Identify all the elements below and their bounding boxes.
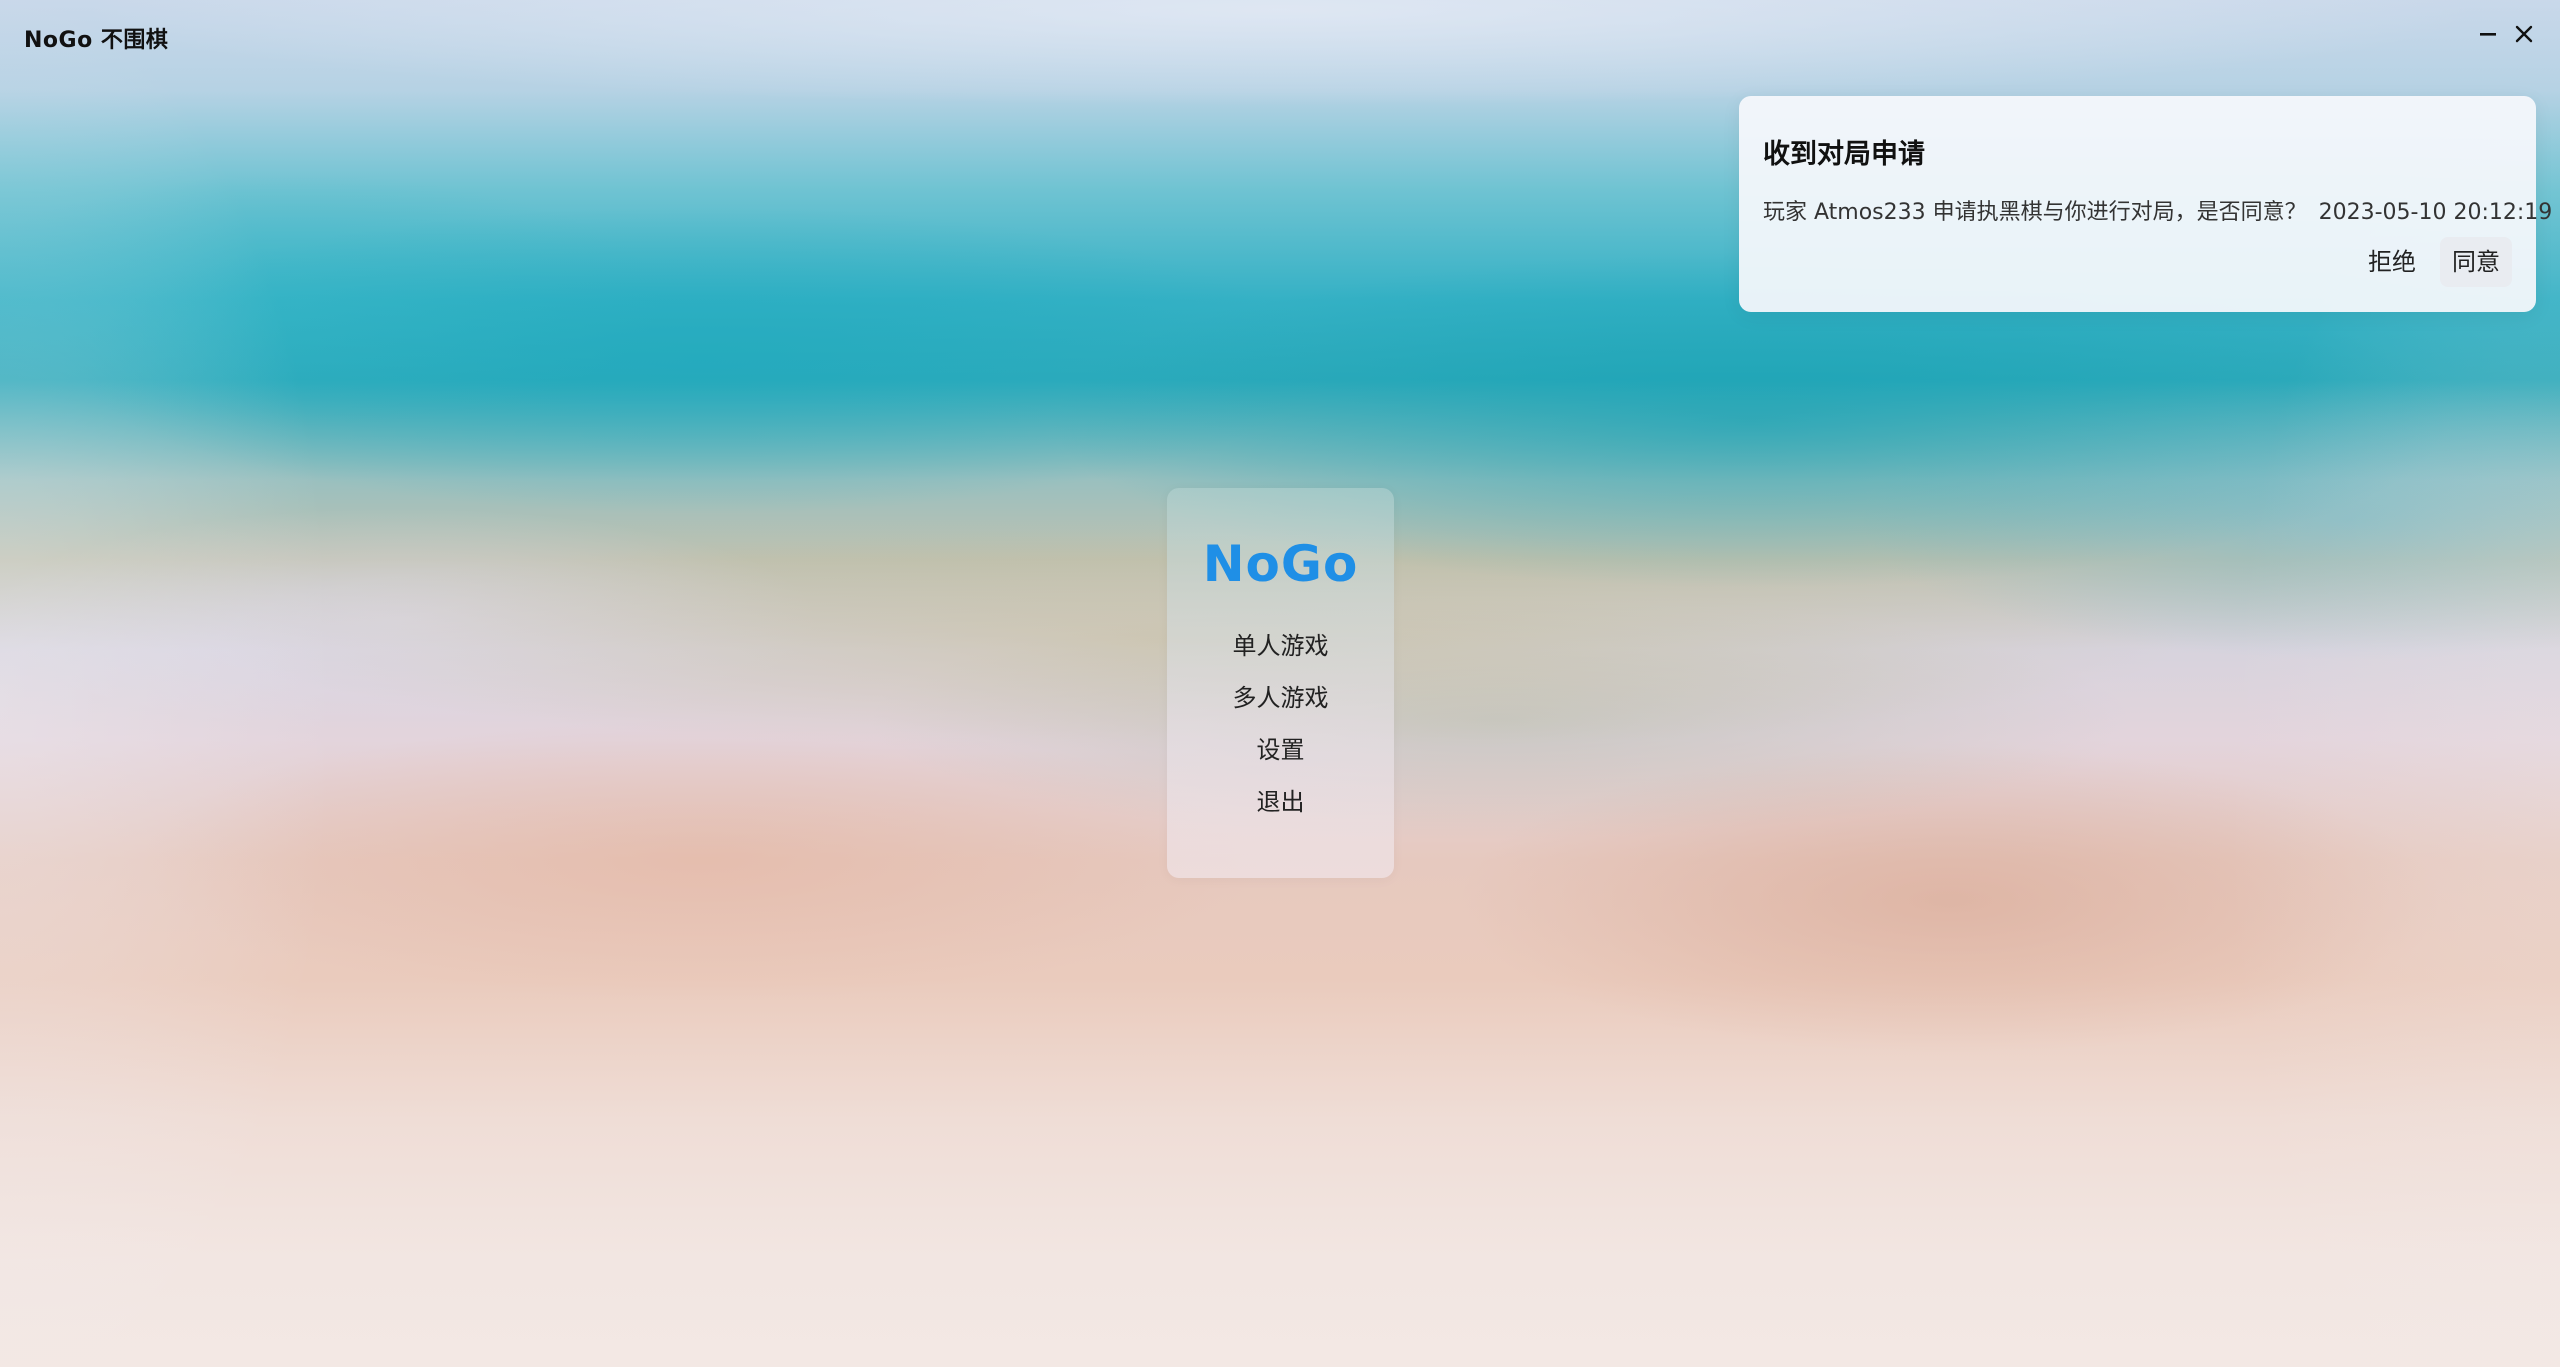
minimize-button[interactable] <box>2468 14 2508 54</box>
notification-timestamp: 2023-05-10 20:12:19 <box>2318 200 2553 225</box>
app-window: NoGo 不围棋 NoGo 单人游戏 多人游戏 设置 退出 收到对局申请 玩家 … <box>0 0 2560 1367</box>
menu-item-exit[interactable]: 退出 <box>1245 776 1317 828</box>
notification-message: 玩家 Atmos233 申请执黑棋与你进行对局，是否同意？ <box>1763 200 2307 225</box>
notification-message-row: 玩家 Atmos233 申请执黑棋与你进行对局，是否同意？ 2023-05-10 … <box>1763 194 2552 226</box>
minimize-icon <box>2480 33 2496 36</box>
notification-actions: 拒绝 同意 <box>2356 237 2512 287</box>
app-title: NoGo 不围棋 <box>24 28 169 53</box>
menu-item-multiplayer[interactable]: 多人游戏 <box>1221 672 1341 724</box>
menu-item-settings[interactable]: 设置 <box>1245 724 1317 776</box>
notification-title: 收到对局申请 <box>1763 139 1925 170</box>
menu-item-single-player[interactable]: 单人游戏 <box>1221 620 1341 672</box>
main-menu-list: 单人游戏 多人游戏 设置 退出 <box>1221 620 1341 828</box>
close-button[interactable] <box>2504 14 2544 54</box>
game-logo-title: NoGo <box>1202 535 1359 593</box>
accept-button[interactable]: 同意 <box>2440 237 2512 287</box>
main-menu-panel: NoGo 单人游戏 多人游戏 设置 退出 <box>1167 488 1394 878</box>
title-bar: NoGo 不围棋 <box>0 0 2560 72</box>
match-request-notification: 收到对局申请 玩家 Atmos233 申请执黑棋与你进行对局，是否同意？ 2023… <box>1739 96 2552 312</box>
reject-button[interactable]: 拒绝 <box>2356 237 2428 287</box>
close-icon <box>2515 25 2533 43</box>
